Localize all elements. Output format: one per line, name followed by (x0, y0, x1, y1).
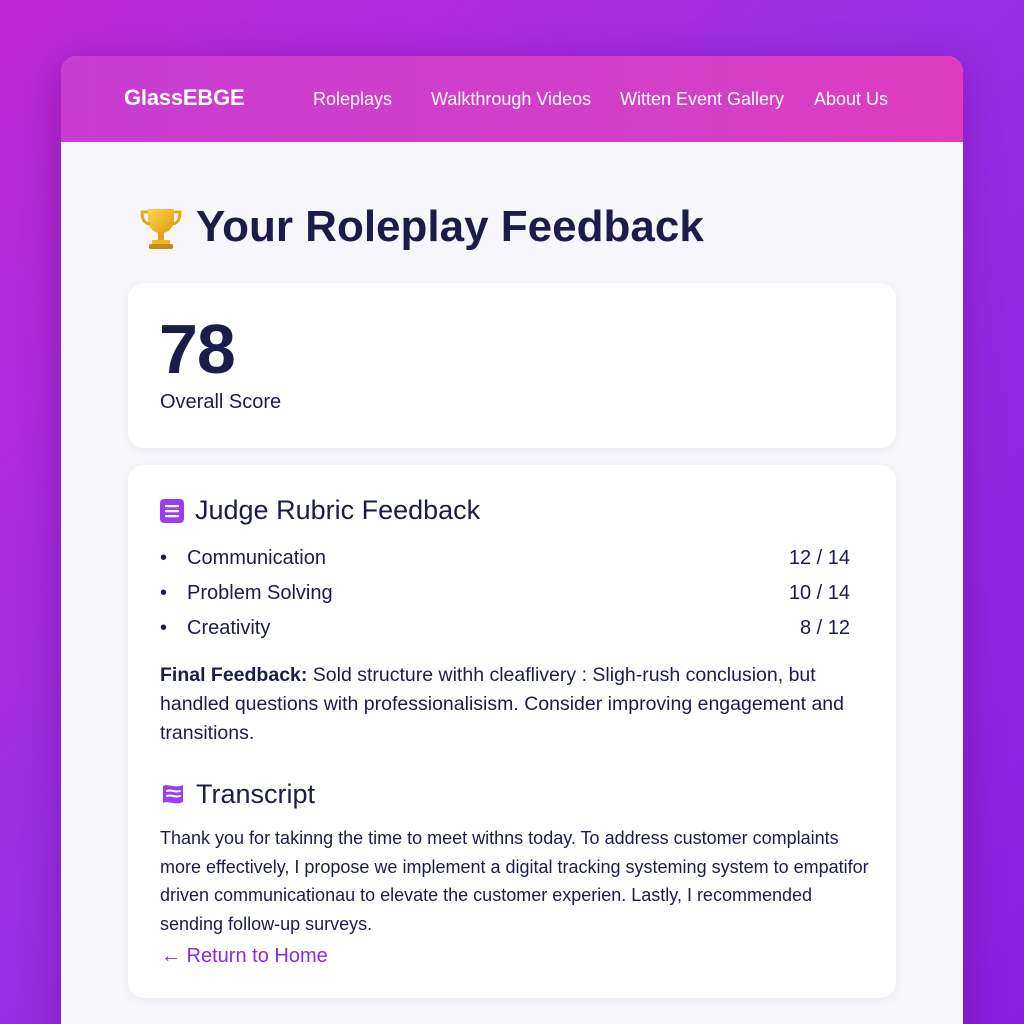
return-home-link[interactable]: ← Return to Home (161, 945, 328, 968)
bullet-icon: • (160, 582, 168, 604)
list-icon (160, 498, 184, 523)
page-title: Your Roleplay Feedback (138, 202, 704, 252)
app-window: GlassEBGE Roleplays Walkthrough Videos W… (61, 56, 963, 1024)
rubric-item-communication: • Communication 12 / 14 (160, 541, 850, 576)
final-feedback-label: Final Feedback: (160, 664, 308, 686)
nav-link-written-event-gallery[interactable]: Witten Event Gallery (620, 89, 784, 110)
rubric-item-problem-solving: • Problem Solving 10 / 14 (160, 576, 850, 611)
final-feedback: Final Feedback: Sold structure withh cle… (160, 661, 870, 748)
overall-score-label: Overall Score (160, 391, 282, 413)
flag-icon (161, 783, 185, 807)
feedback-card: Judge Rubric Feedback • Communication 12… (128, 465, 896, 998)
nav-link-about-us[interactable]: About Us (814, 89, 888, 110)
page-title-text: Your Roleplay Feedback (196, 202, 704, 251)
overall-score-value: 78 (159, 310, 236, 388)
brand-logo[interactable]: GlassEBGE (124, 85, 245, 111)
nav-link-walkthrough-videos[interactable]: Walkthrough Videos (431, 89, 591, 110)
rubric-heading-text: Judge Rubric Feedback (195, 495, 481, 525)
transcript-heading: Transcript (161, 779, 315, 810)
rubric-item-creativity: • Creativity 8 / 12 (160, 611, 850, 646)
rubric-score: 8 / 12 (799, 617, 850, 639)
rubric-criterion: Creativity (187, 617, 271, 639)
bullet-icon: • (160, 547, 168, 569)
top-navbar: GlassEBGE Roleplays Walkthrough Videos W… (61, 56, 963, 142)
rubric-score: 12 / 14 (788, 547, 850, 569)
transcript-text: Thank you for takinng the time to meet w… (160, 828, 869, 934)
rubric-criterion: Communication (187, 547, 326, 569)
transcript-heading-text: Transcript (196, 779, 316, 809)
rubric-heading: Judge Rubric Feedback (160, 495, 480, 526)
trophy-icon (138, 203, 184, 251)
rubric-score: 10 / 14 (788, 582, 850, 604)
rubric-criterion: Problem Solving (187, 582, 333, 604)
nav-link-roleplays[interactable]: Roleplays (313, 89, 392, 110)
bullet-icon: • (160, 617, 168, 639)
score-card: 78 Overall Score (128, 283, 896, 448)
rubric-list: • Communication 12 / 14 • Problem Solvin… (160, 541, 850, 646)
